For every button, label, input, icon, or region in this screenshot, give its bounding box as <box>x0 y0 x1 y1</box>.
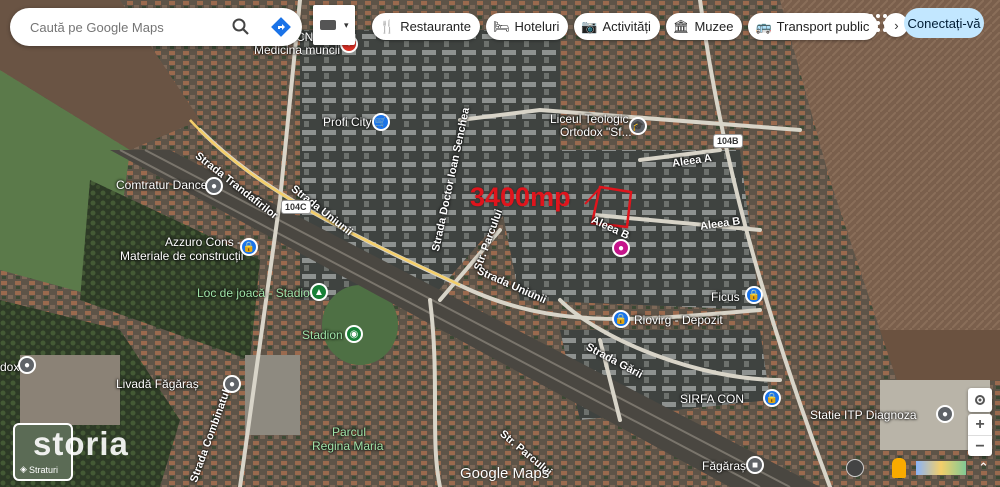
place-label-stadion[interactable]: Stadion <box>302 328 343 342</box>
riovirg-pin-icon[interactable]: 🔒 <box>612 310 630 328</box>
pink-place-pin-icon[interactable]: ● <box>612 239 630 257</box>
dance-pin-icon[interactable]: ● <box>205 177 223 195</box>
place-label-fagaras[interactable]: Făgăraș <box>702 459 746 473</box>
chip-label: Activități <box>602 19 651 34</box>
museum-icon: 🏛 <box>672 18 690 34</box>
chip-restaurants[interactable]: 🍴 Restaurante <box>372 13 481 40</box>
place-label-livada[interactable]: Livadă Făgăraș <box>116 377 199 391</box>
place-label-statie-itp[interactable]: Statie ITP Diagnoza <box>810 408 917 422</box>
place-label-liceu-1[interactable]: Liceul Teologic <box>550 112 629 126</box>
place-label-dox[interactable]: dox <box>0 360 19 374</box>
chip-museums[interactable]: 🏛 Muzee <box>665 13 743 40</box>
sign-in-button[interactable]: Conectați-vă <box>904 8 984 38</box>
shop-pin-icon[interactable]: 🔒 <box>240 238 258 256</box>
crosshair-icon <box>975 395 985 405</box>
zoom-out-button[interactable]: − <box>968 435 992 457</box>
layers-label: Straturi <box>29 465 59 475</box>
dox-pin-icon[interactable]: ● <box>18 356 36 374</box>
place-label-ficus[interactable]: Ficus <box>711 290 740 304</box>
bed-icon: 🛏 <box>493 18 510 34</box>
route-shield-104b: 104B <box>713 134 743 148</box>
apps-grid-icon[interactable] <box>868 13 888 33</box>
shopping-cart-pin-icon[interactable]: 🛒 <box>372 113 390 131</box>
orchard-pin-icon[interactable]: ● <box>223 375 241 393</box>
chip-label: Muzee <box>694 19 734 34</box>
chip-hotels[interactable]: 🛏 Hoteluri <box>486 13 569 40</box>
search-input[interactable] <box>28 18 222 36</box>
chip-label: Transport public <box>776 19 870 34</box>
place-label-liceu-2[interactable]: Ortodox "Sf... <box>560 125 632 139</box>
sirfa-pin-icon[interactable]: 🔒 <box>763 389 781 407</box>
search-box[interactable] <box>10 8 302 46</box>
storia-watermark: storia <box>33 425 129 462</box>
bus-icon: 🚌 <box>755 18 772 34</box>
zoom-controls: + − <box>968 414 992 456</box>
place-label-azzuro-2[interactable]: Materiale de construcții <box>120 249 243 263</box>
globe-icon[interactable] <box>846 459 864 477</box>
keyboard-icon <box>320 20 336 30</box>
school-pin-icon[interactable]: 🎓 <box>629 117 647 135</box>
my-location-button[interactable] <box>968 388 992 412</box>
train-station-pin-icon[interactable]: ■ <box>746 456 764 474</box>
chip-label: Restaurante <box>400 19 472 34</box>
place-label-azzuro-1[interactable]: Azzuro Cons - <box>165 235 241 249</box>
camera-icon: 📷 <box>581 18 598 34</box>
category-chips: 🍴 Restaurante 🛏 Hoteluri 📷 Activități 🏛 Muze… <box>372 13 909 40</box>
place-label-riovirg[interactable]: Riovirg - Depozit <box>634 313 723 327</box>
itp-pin-icon[interactable]: ● <box>936 405 954 423</box>
chip-transit[interactable]: 🚌 Transport public <box>748 13 879 40</box>
bottom-toolbar: ⌃ <box>846 458 989 478</box>
search-icon[interactable] <box>228 14 254 40</box>
playground-pin-icon[interactable]: ▲ <box>310 283 328 301</box>
place-label-profi[interactable]: Profi City <box>323 115 372 129</box>
chip-activities[interactable]: 📷 Activități <box>574 13 660 40</box>
place-label-parc-2[interactable]: Regina Maria <box>312 439 383 453</box>
route-shield-104c: 104C <box>281 200 311 214</box>
stadium-pin-icon[interactable]: ◉ <box>345 325 363 343</box>
place-label-comtratur[interactable]: Comtratur Dance <box>116 178 207 192</box>
ficus-shop-pin-icon[interactable]: 🔒 <box>745 286 763 304</box>
chevron-up-icon[interactable]: ⌃ <box>978 460 989 476</box>
chevron-down-icon[interactable]: ▾ <box>344 20 349 31</box>
fork-knife-icon: 🍴 <box>379 18 396 34</box>
imagery-thumb-icon[interactable] <box>916 461 966 475</box>
layers-stack-icon: ◈ <box>20 464 27 474</box>
place-label-loc-joaca[interactable]: Loc de joacă - Stadion <box>197 286 316 300</box>
parcel-area-label: 3400mp <box>470 182 571 212</box>
google-maps-logo: Google Maps <box>460 465 550 482</box>
map-type-button[interactable]: ▾ <box>313 5 355 45</box>
place-label-sirfa[interactable]: SIRFA CON <box>680 392 744 406</box>
zoom-in-button[interactable]: + <box>968 414 992 435</box>
place-label-parc-1[interactable]: Parcul <box>332 425 366 439</box>
chip-label: Hoteluri <box>514 19 560 34</box>
directions-icon[interactable] <box>268 14 294 40</box>
pegman-icon[interactable] <box>892 458 906 478</box>
